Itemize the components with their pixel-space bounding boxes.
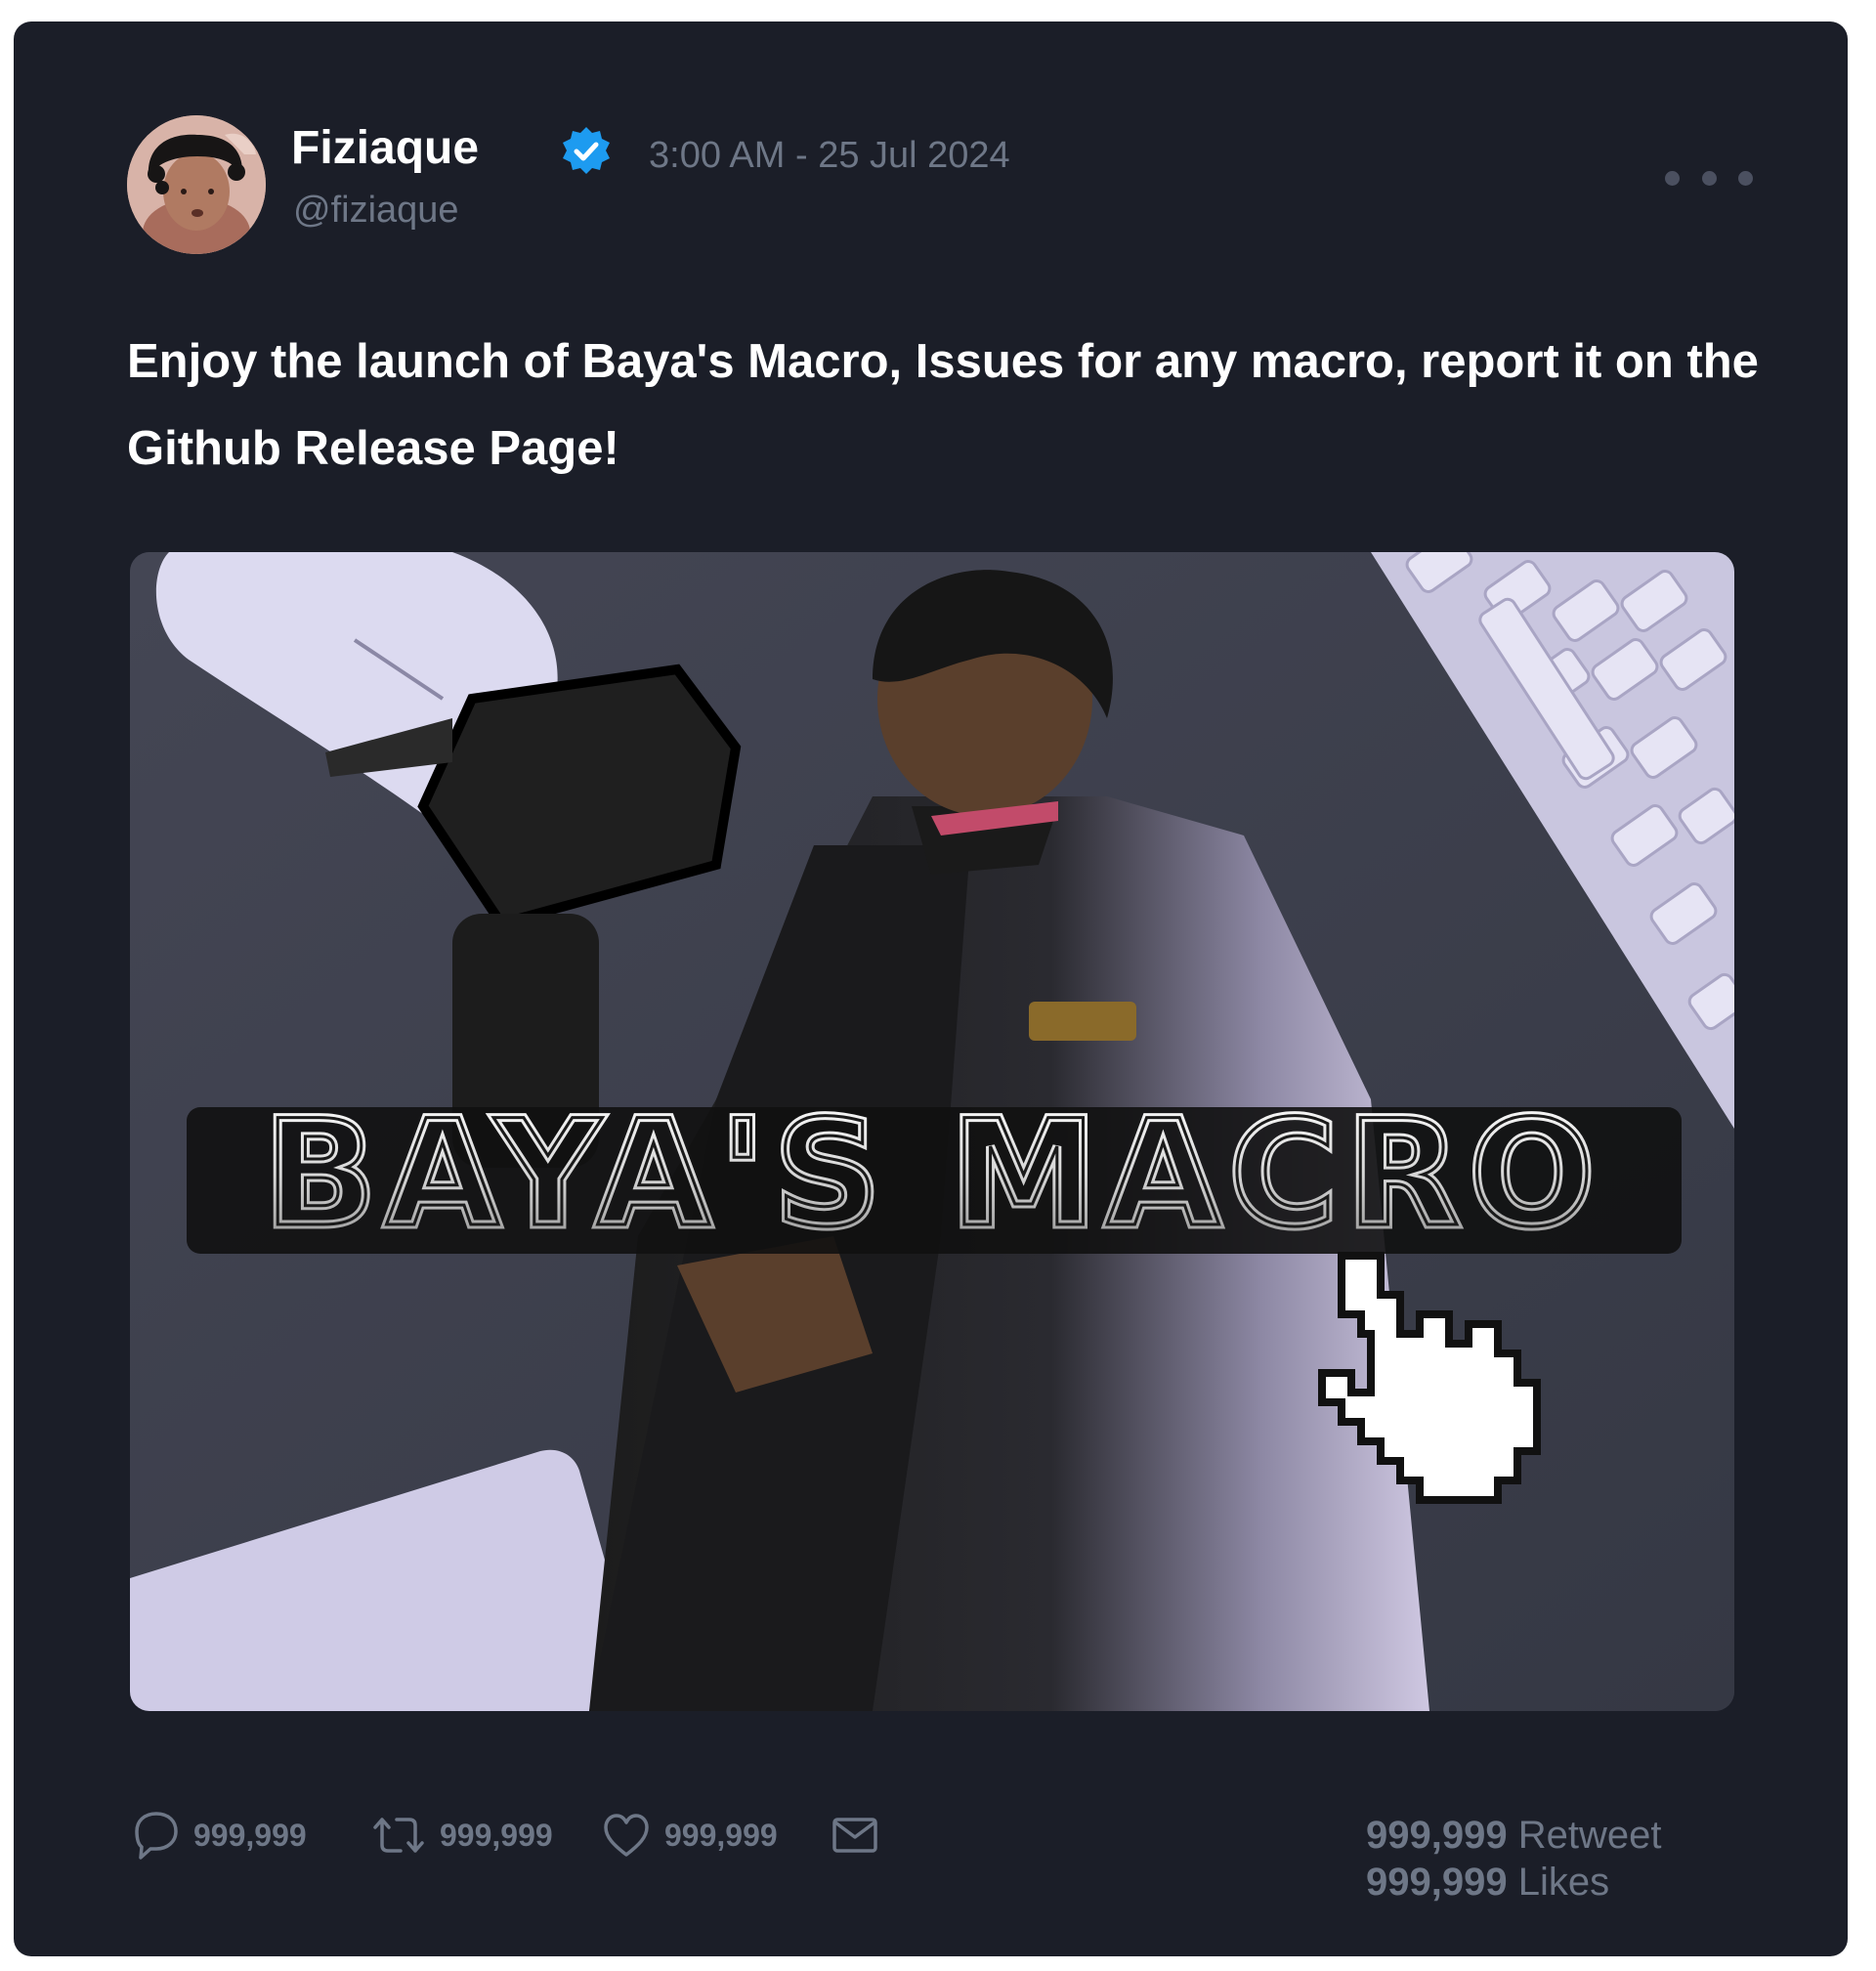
envelope-icon [832, 1818, 877, 1853]
heart-icon [604, 1814, 649, 1857]
bayas-macro-logo: BAYA'S MACRO BAYA'S MACRO [187, 1086, 1682, 1264]
retweet-icon [373, 1818, 424, 1853]
like-button[interactable]: 999,999 [602, 1806, 778, 1864]
retweet-count: 999,999 [440, 1817, 553, 1853]
reply-icon [135, 1812, 178, 1860]
tweet-stats: 999,999 Retweet 999,999 Likes [1366, 1812, 1661, 1906]
avatar-image [127, 115, 266, 254]
tweet-card: Fiziaque 3:00 AM - 25 Jul 2024 @fiziaque… [14, 21, 1848, 1956]
likes-stat-number: 999,999 [1366, 1861, 1508, 1904]
tweet-text: Enjoy the launch of Baya's Macro, Issues… [127, 335, 1759, 475]
reply-button[interactable]: 999,999 [133, 1806, 307, 1864]
verified-badge-icon [563, 127, 610, 174]
like-count: 999,999 [664, 1817, 778, 1853]
author-name[interactable]: Fiziaque [291, 121, 479, 176]
likes-stat[interactable]: 999,999 Likes [1366, 1859, 1661, 1906]
author-handle[interactable]: @fiziaque [293, 188, 459, 233]
retweet-button[interactable]: 999,999 [371, 1806, 553, 1864]
dot-icon [1738, 170, 1753, 186]
dot-icon [1665, 170, 1680, 186]
direct-message-button[interactable] [831, 1806, 879, 1864]
reply-count: 999,999 [193, 1817, 307, 1853]
svg-text:BAYA'S MACRO: BAYA'S MACRO [264, 1090, 1603, 1260]
tweet-media-image[interactable]: BAYA'S MACRO BAYA'S MACRO [130, 552, 1734, 1711]
retweet-stat-label: Retweet [1517, 1814, 1662, 1857]
retweet-stat[interactable]: 999,999 Retweet [1366, 1812, 1661, 1859]
retweet-stat-number: 999,999 [1366, 1814, 1508, 1857]
likes-stat-label: Likes [1517, 1861, 1610, 1904]
tweet-timestamp[interactable]: 3:00 AM - 25 Jul 2024 [649, 133, 1010, 178]
avatar[interactable] [127, 115, 266, 254]
more-options-button[interactable] [1665, 158, 1753, 197]
dot-icon [1701, 170, 1717, 186]
